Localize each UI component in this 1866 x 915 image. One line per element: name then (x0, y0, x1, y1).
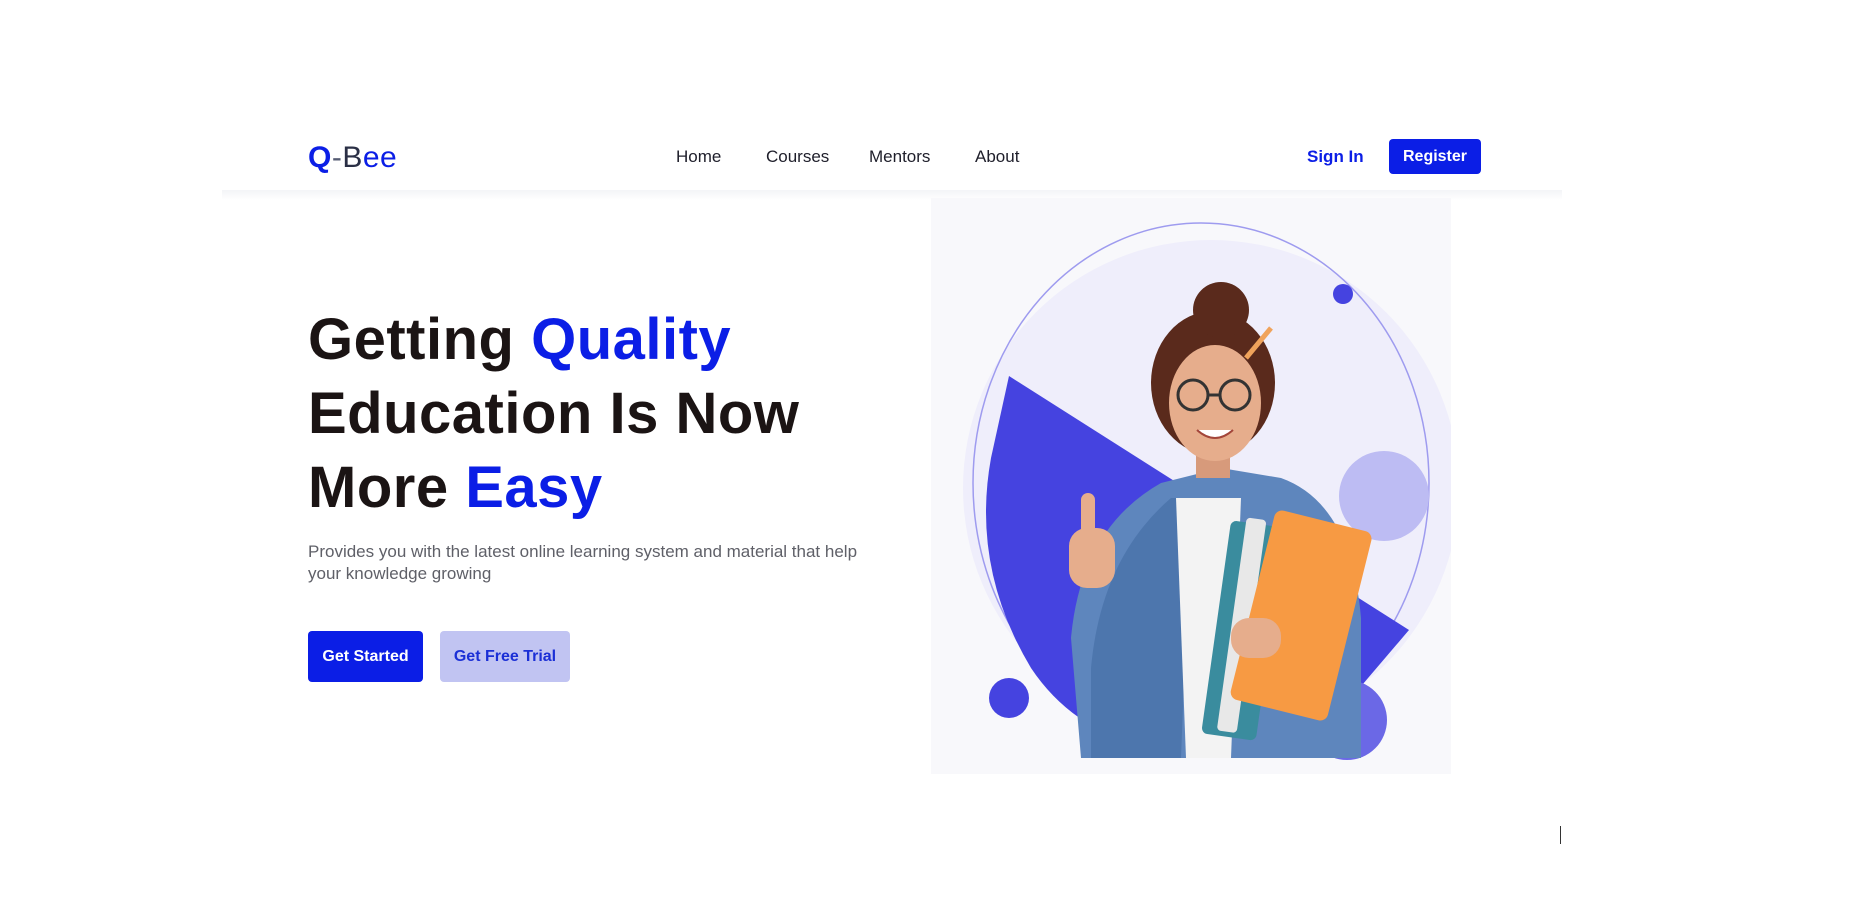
hero-title-line2: Education Is Now (308, 381, 800, 446)
logo-dash: - (331, 141, 343, 174)
hero-illustration (931, 198, 1451, 774)
logo-q: Q (308, 141, 332, 174)
nav-mentors[interactable]: Mentors (869, 145, 930, 169)
logo-b: B (342, 141, 363, 174)
nav-about[interactable]: About (975, 145, 1019, 169)
hero-title-getting: Getting (308, 307, 532, 372)
student-with-books-illustration (963, 222, 1451, 760)
landing-page: Q-Bee Home Courses Mentors About Sign In… (0, 0, 1866, 915)
lavender-circle-right (1339, 451, 1429, 541)
nav-home[interactable]: Home (676, 145, 721, 169)
hero-title-easy: Easy (465, 455, 603, 520)
hero-title-more: More (308, 455, 466, 520)
sign-in-link[interactable]: Sign In (1307, 145, 1364, 169)
text-cursor (1560, 826, 1561, 844)
hero-description: Provides you with the latest online lear… (308, 542, 858, 583)
dot-bottom-left (989, 678, 1029, 718)
hero-title: Getting Quality Education Is Now More Ea… (308, 303, 868, 525)
top-navbar: Q-Bee Home Courses Mentors About Sign In… (0, 0, 1866, 200)
nav-courses[interactable]: Courses (766, 145, 829, 169)
brand-logo[interactable]: Q-Bee (308, 138, 397, 178)
get-started-button[interactable]: Get Started (308, 631, 423, 682)
get-free-trial-button[interactable]: Get Free Trial (440, 631, 570, 682)
logo-ee: ee (362, 141, 398, 174)
hero-title-quality: Quality (531, 307, 732, 372)
small-dot-top (1333, 284, 1353, 304)
register-button[interactable]: Register (1389, 139, 1481, 174)
